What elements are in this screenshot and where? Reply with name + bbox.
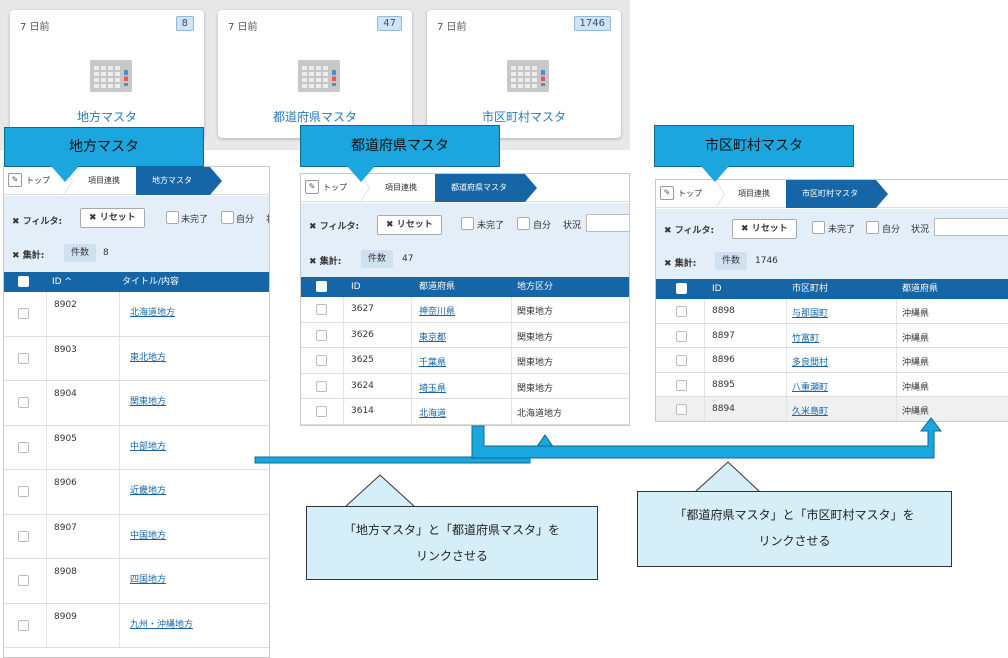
note-line-1: 「都道府県マスタ」と「市区町村マスタ」を bbox=[674, 508, 915, 522]
note-line-2: リンクさせる bbox=[415, 549, 488, 563]
note-pointer-left bbox=[344, 474, 416, 508]
note-link-region-prefecture: 「地方マスタ」と「都道府県マスタ」を リンクさせる bbox=[306, 506, 598, 580]
note-line-2: リンクさせる bbox=[758, 534, 831, 548]
note-pointer-right bbox=[694, 461, 761, 493]
note-link-prefecture-city: 「都道府県マスタ」と「市区町村マスタ」を リンクさせる bbox=[637, 491, 952, 567]
screenshot-composite: 7 日前 8 地方マスタ 7 日前 47 都道府県マスタ 7 日前 1746 市… bbox=[0, 0, 1008, 658]
note-line-1: 「地方マスタ」と「都道府県マスタ」を bbox=[343, 523, 560, 537]
